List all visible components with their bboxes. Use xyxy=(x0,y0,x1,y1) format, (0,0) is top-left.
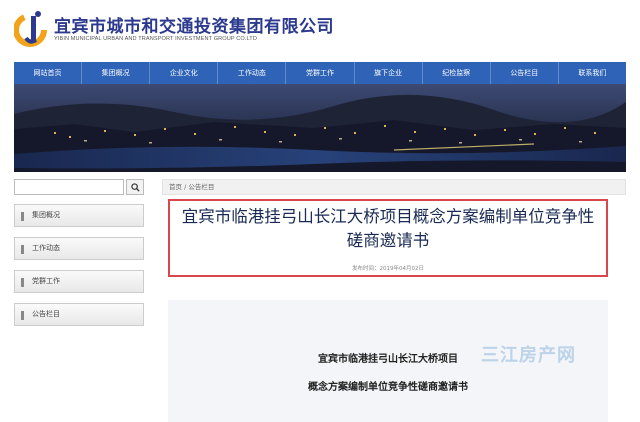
sidebar-item-label: 工作动态 xyxy=(32,244,60,252)
nav-item-contact[interactable]: 联系我们 xyxy=(559,62,626,84)
banner-image xyxy=(14,84,626,172)
company-name-en: YIBIN MUNICIPAL URBAN AND TRANSPORT INVE… xyxy=(54,36,257,42)
city-night-banner xyxy=(14,84,626,172)
search-button[interactable] xyxy=(126,179,144,195)
nav-item-subsidiaries[interactable]: 旗下企业 xyxy=(355,62,423,84)
search-input[interactable] xyxy=(14,179,124,195)
breadcrumb[interactable]: 首页 / 公告栏目 xyxy=(162,179,626,195)
site-header: 宜宾市城市和交通投资集团有限公司 YIBIN MUNICIPAL URBAN A… xyxy=(0,0,640,62)
document-title-line-2: 概念方案编制单位竞争性磋商邀请书 xyxy=(308,382,468,393)
sidebar-item-party[interactable]: 党群工作 xyxy=(14,270,144,293)
nav-item-discipline[interactable]: 纪检监察 xyxy=(423,62,491,84)
nav-item-news[interactable]: 工作动态 xyxy=(218,62,287,84)
nav-item-culture[interactable]: 企业文化 xyxy=(150,62,219,84)
bullet-icon xyxy=(21,212,24,221)
sidebar-search xyxy=(14,179,144,195)
sidebar-item-label: 党群工作 xyxy=(32,277,60,285)
sidebar-menu: 集团概况 工作动态 党群工作 公告栏目 xyxy=(14,204,144,336)
bullet-icon xyxy=(21,311,24,320)
sidebar-item-label: 集团概况 xyxy=(32,211,60,219)
nav-item-party[interactable]: 党群工作 xyxy=(286,62,355,84)
search-icon xyxy=(130,182,140,192)
article-title: 宜宾市临港挂弓山长江大桥项目概念方案编制单位竞争性磋商邀请书 xyxy=(181,207,595,250)
main-nav: 网站首页 集团概况 企业文化 工作动态 党群工作 旗下企业 纪检监察 公告栏目 … xyxy=(14,62,626,84)
sidebar-item-notices[interactable]: 公告栏目 xyxy=(14,303,144,326)
bullet-icon xyxy=(21,278,24,287)
publish-date: 发布时间：2019年04月02日 xyxy=(352,266,424,272)
article-title-box: 宜宾市临港挂弓山长江大桥项目概念方案编制单位竞争性磋商邀请书 发布时间：2019… xyxy=(168,199,608,277)
sidebar-item-news[interactable]: 工作动态 xyxy=(14,237,144,260)
company-logo-icon[interactable] xyxy=(14,8,48,50)
site-watermark: 三江房产网 xyxy=(481,345,576,366)
nav-item-group-overview[interactable]: 集团概况 xyxy=(82,62,151,84)
sidebar-item-label: 公告栏目 xyxy=(32,310,60,318)
nav-item-notices[interactable]: 公告栏目 xyxy=(491,62,559,84)
nav-item-home[interactable]: 网站首页 xyxy=(14,62,83,84)
sidebar-item-group-overview[interactable]: 集团概况 xyxy=(14,204,144,227)
company-name: 宜宾市城市和交通投资集团有限公司 xyxy=(54,17,334,37)
bullet-icon xyxy=(21,245,24,254)
